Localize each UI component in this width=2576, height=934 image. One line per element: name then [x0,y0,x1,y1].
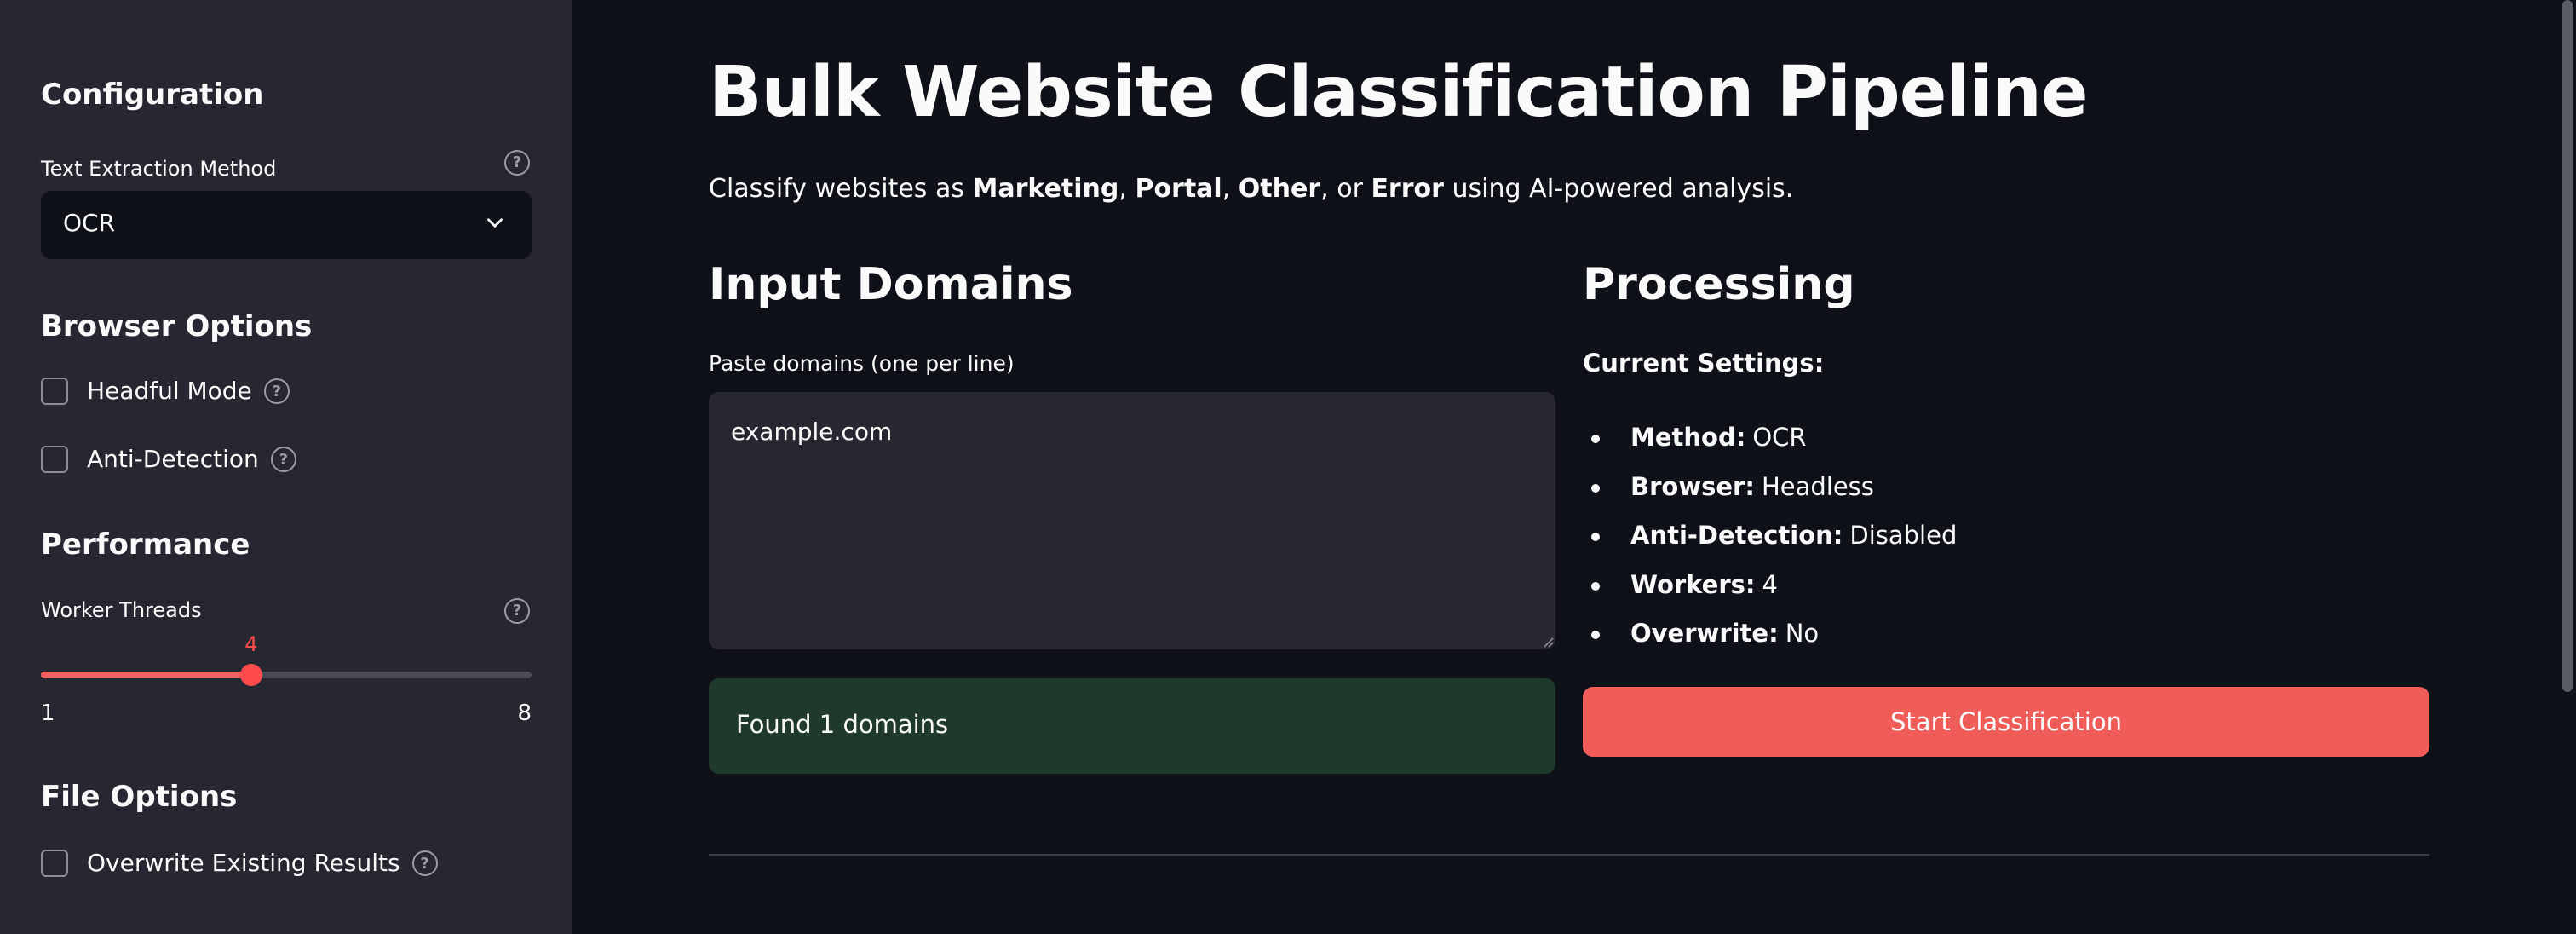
intro-sep: , [1222,174,1239,204]
domains-found-text: Found 1 domains [736,710,949,739]
worker-threads-help-icon[interactable]: ? [504,598,530,624]
settings-value: No [1785,619,1820,648]
overwrite-help-icon[interactable]: ? [411,850,438,876]
anti-detection-option[interactable]: Anti-Detection ? [41,445,296,474]
text-extraction-label: Text Extraction Method [41,157,277,181]
settings-key: Browser: [1630,471,1755,501]
anti-detection-help-icon[interactable]: ? [270,447,296,472]
bullet-icon [1591,435,1600,443]
text-extraction-help-icon[interactable]: ? [504,150,530,176]
headful-mode-help-icon[interactable]: ? [263,378,290,404]
slider-fill [41,672,251,678]
input-domains-title: Input Domains [709,259,1073,310]
intro-portal: Portal [1135,174,1222,204]
chevron-down-icon [487,218,503,228]
section-divider [709,854,2429,856]
bullet-icon [1591,483,1600,493]
page-title: Bulk Website Classification Pipeline [709,52,2089,133]
settings-value: Headless [1761,471,1874,501]
settings-list: Method: OCR Browser: Headless Anti-Detec… [1583,423,1957,668]
settings-item-method: Method: OCR [1583,423,1957,472]
overwrite-checkbox[interactable] [41,850,68,877]
intro-sep: , [1118,174,1136,204]
text-extraction-selected-value: OCR [63,209,116,237]
headful-mode-label[interactable]: Headful Mode [87,379,252,403]
worker-threads-value: 4 [244,632,258,656]
slider-thumb[interactable] [239,664,262,686]
start-classification-button[interactable]: Start Classification [1583,687,2429,757]
intro-marketing: Marketing [972,174,1119,204]
worker-threads-label: Worker Threads [41,598,202,622]
processing-title: Processing [1583,259,1855,310]
performance-heading: Performance [41,528,250,562]
overwrite-option[interactable]: Overwrite Existing Results ? [41,849,438,878]
bullet-icon [1591,581,1600,591]
settings-value: Disabled [1849,521,1958,550]
settings-item-browser: Browser: Headless [1583,472,1957,522]
anti-detection-label[interactable]: Anti-Detection [87,447,259,471]
settings-key: Overwrite: [1630,619,1779,648]
intro-prefix: Classify websites as [709,174,973,204]
intro-suffix: using AI-powered analysis. [1443,174,1794,204]
settings-item-workers: Workers: 4 [1583,570,1957,620]
headful-mode-checkbox[interactable] [41,378,68,405]
domains-field-label: Paste domains (one per line) [709,351,1015,376]
anti-detection-checkbox[interactable] [41,446,68,473]
settings-item-anti-detection: Anti-Detection: Disabled [1583,521,1957,570]
settings-value: OCR [1752,423,1807,452]
slider-min-label: 1 [41,700,55,726]
overwrite-label[interactable]: Overwrite Existing Results [87,851,400,875]
settings-value: 4 [1762,569,1778,599]
intro-other: Other [1238,174,1321,204]
bullet-icon [1591,631,1600,639]
intro-text: Classify websites as Marketing, Portal , … [709,174,1793,205]
bullet-icon [1591,533,1600,541]
intro-error: Error [1371,174,1444,204]
settings-key: Workers: [1630,569,1756,599]
slider-max-label: 8 [517,700,532,726]
headful-mode-option[interactable]: Headful Mode ? [41,377,290,406]
current-settings-label: Current Settings: [1583,349,1825,378]
text-extraction-select[interactable]: OCR [41,191,532,259]
intro-sep: , or [1320,174,1371,204]
settings-key: Method: [1630,423,1746,452]
settings-item-overwrite: Overwrite: No [1583,619,1957,668]
page-scrollbar[interactable] [2562,0,2573,692]
configuration-heading: Configuration [41,78,264,112]
settings-key: Anti-Detection: [1630,521,1843,550]
resize-grip-icon[interactable] [1542,636,1554,648]
domains-found-alert: Found 1 domains [709,678,1555,774]
file-options-heading: File Options [41,780,238,814]
worker-threads-slider[interactable] [41,664,532,686]
main-content: Bulk Website Classification Pipeline Cla… [572,0,2576,934]
app-root: Configuration Text Extraction Method ? O… [0,0,2576,934]
browser-options-heading: Browser Options [41,309,313,343]
domains-textarea[interactable]: example.com [709,392,1555,649]
sidebar: Configuration Text Extraction Method ? O… [0,0,572,934]
